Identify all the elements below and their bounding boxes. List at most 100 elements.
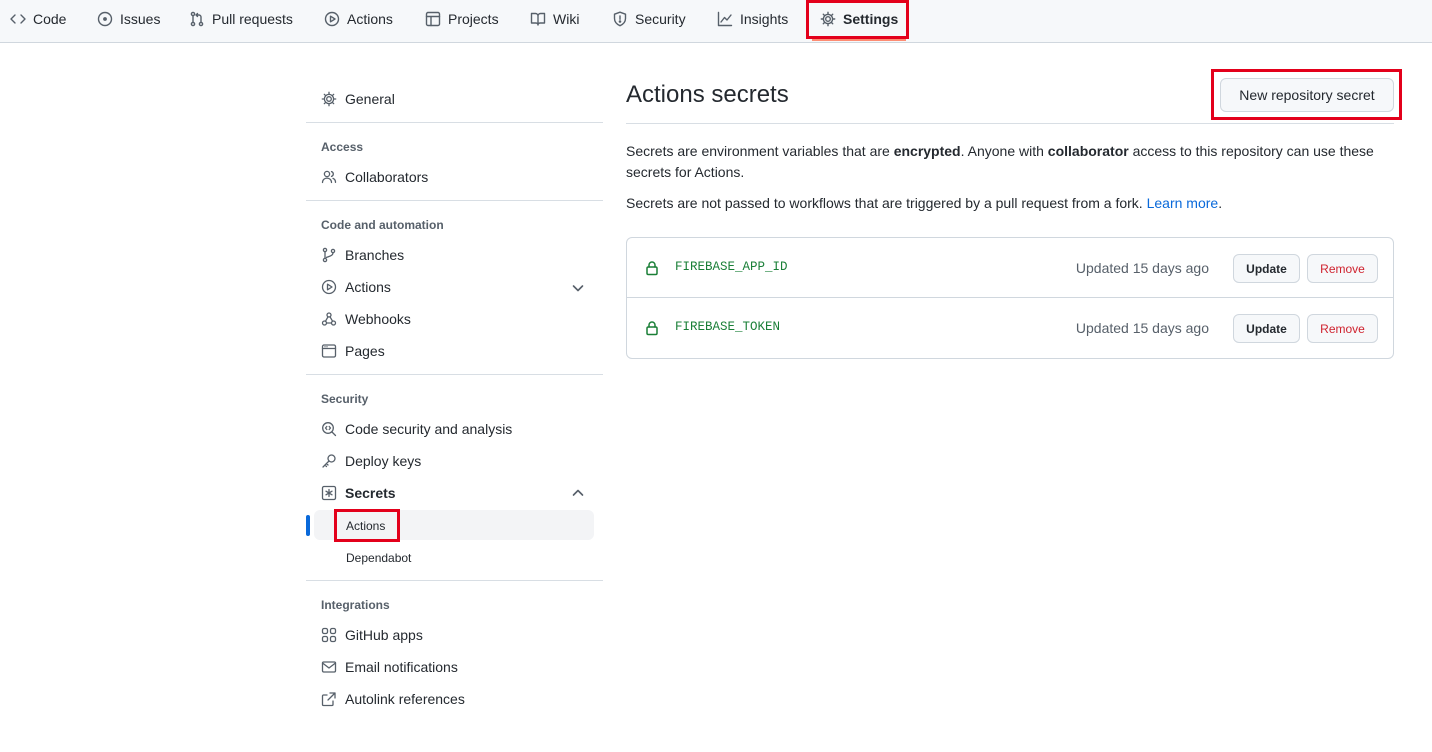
sidebar-item-label: Deploy keys <box>345 453 422 469</box>
sidebar-subitem-secrets-dependabot[interactable]: Dependabot <box>346 551 411 565</box>
secret-updated: Updated 15 days ago <box>1075 260 1209 276</box>
secret-updated: Updated 15 days ago <box>1075 320 1209 336</box>
lock-icon <box>646 321 658 336</box>
tab-projects[interactable]: Projects <box>425 0 499 37</box>
book-icon <box>530 12 546 26</box>
sidebar-divider <box>306 122 603 123</box>
sidebar-item-label: Code security and analysis <box>345 421 513 437</box>
repo-nav-bar: Code Issues Pull requests Actions Projec… <box>0 0 1432 43</box>
tab-insights[interactable]: Insights <box>717 0 788 37</box>
sidebar-item-github-apps[interactable]: GitHub apps <box>321 623 423 647</box>
sidebar-item-label: Email notifications <box>345 659 458 675</box>
sidebar-item-pages[interactable]: Pages <box>321 339 385 363</box>
sidebar-item-label: Branches <box>345 247 405 263</box>
page-title: Actions secrets <box>626 81 789 108</box>
sidebar-item-label: Webhooks <box>345 311 411 327</box>
sidebar-item-webhooks[interactable]: Webhooks <box>321 307 411 331</box>
learn-more-link[interactable]: Learn more <box>1147 195 1219 211</box>
update-secret-button[interactable]: Update <box>1233 314 1300 343</box>
secrets-list: FIREBASE_APP_ID Updated 15 days ago Upda… <box>626 237 1394 359</box>
tab-settings-label: Settings <box>843 10 899 27</box>
people-icon <box>321 170 337 184</box>
secret-row: FIREBASE_TOKEN Updated 15 days ago Updat… <box>627 298 1393 358</box>
new-repository-secret-button[interactable]: New repository secret <box>1220 78 1394 112</box>
sidebar-heading-security: Security <box>321 392 369 406</box>
sidebar-item-label: Collaborators <box>345 169 429 185</box>
sidebar-item-collaborators[interactable]: Collaborators <box>321 165 428 189</box>
sidebar-item-label: Autolink references <box>345 691 465 707</box>
webhook-icon <box>321 312 337 326</box>
chevron-down-icon[interactable] <box>571 281 585 295</box>
git-branch-icon <box>322 247 336 263</box>
sidebar-item-label: GitHub apps <box>345 627 423 643</box>
key-icon <box>322 454 336 468</box>
remove-secret-button[interactable]: Remove <box>1307 254 1378 283</box>
sidebar-item-actions[interactable]: Actions <box>321 275 391 299</box>
sidebar-active-indicator <box>306 515 310 536</box>
tab-issues[interactable]: Issues <box>97 0 160 37</box>
sidebar-heading-code-automation: Code and automation <box>321 218 444 232</box>
sidebar-item-general[interactable]: General <box>321 87 395 111</box>
cross-reference-icon <box>321 692 336 707</box>
tab-pull-requests-label: Pull requests <box>212 10 293 27</box>
tab-actions[interactable]: Actions <box>324 0 393 37</box>
sidebar-item-branches[interactable]: Branches <box>321 243 404 267</box>
tab-issues-label: Issues <box>120 10 161 27</box>
secret-name: FIREBASE_TOKEN <box>675 320 781 334</box>
tab-security[interactable]: Security <box>612 0 686 37</box>
tab-pull-requests[interactable]: Pull requests <box>189 0 293 37</box>
desc-bold-collaborator: collaborator <box>1047 143 1129 159</box>
sidebar-heading-access: Access <box>321 140 364 154</box>
browser-icon <box>321 344 337 358</box>
update-secret-button[interactable]: Update <box>1233 254 1300 283</box>
sidebar-divider <box>306 200 603 201</box>
sidebar-item-secrets[interactable]: Secrets <box>321 481 396 505</box>
sidebar-item-email-notifications[interactable]: Email notifications <box>321 655 458 679</box>
git-pull-request-icon <box>190 11 204 26</box>
tab-projects-label: Projects <box>448 10 499 27</box>
tab-code[interactable]: Code <box>10 0 66 37</box>
sidebar-item-autolink-references[interactable]: Autolink references <box>321 687 465 711</box>
fork-note-text: Secrets are not passed to workflows that… <box>626 195 1147 211</box>
secret-name: FIREBASE_APP_ID <box>675 260 788 274</box>
apps-icon <box>321 627 337 643</box>
desc-text: . Anyone with <box>960 143 1048 159</box>
tab-wiki-label: Wiki <box>553 10 580 27</box>
secret-row: FIREBASE_APP_ID Updated 15 days ago Upda… <box>627 238 1393 298</box>
sidebar-heading-integrations: Integrations <box>321 598 390 612</box>
play-icon <box>321 279 337 295</box>
fork-note: Secrets are not passed to workflows that… <box>626 193 1396 214</box>
issue-opened-icon <box>97 11 113 26</box>
codescan-icon <box>322 422 337 437</box>
secrets-description: Secrets are environment variables that a… <box>626 141 1396 183</box>
gear-icon <box>321 91 337 107</box>
tab-settings[interactable]: Settings <box>820 0 898 37</box>
chevron-up-icon[interactable] <box>571 486 585 500</box>
tab-insights-label: Insights <box>740 10 789 27</box>
sidebar-item-label: General <box>345 91 395 107</box>
sidebar-item-label: Actions <box>345 279 391 295</box>
tab-actions-label: Actions <box>347 10 393 27</box>
sidebar-item-label: Pages <box>345 343 385 359</box>
sidebar-divider <box>306 374 603 375</box>
tab-security-label: Security <box>635 10 686 27</box>
lock-icon <box>646 261 658 276</box>
shield-icon <box>613 11 627 26</box>
sidebar-item-deploy-keys[interactable]: Deploy keys <box>321 449 421 473</box>
table-icon <box>425 11 441 26</box>
gear-icon <box>820 11 836 26</box>
play-icon <box>324 11 340 26</box>
key-asterisk-icon <box>321 485 337 501</box>
selected-tab-underline <box>812 39 906 41</box>
sidebar-subitem-secrets-actions[interactable]: Actions <box>346 519 385 533</box>
sidebar-item-label: Secrets <box>345 485 396 501</box>
desc-bold-encrypted: encrypted <box>893 143 961 159</box>
tab-wiki[interactable]: Wiki <box>530 0 579 37</box>
mail-icon <box>321 661 337 673</box>
graph-icon <box>717 11 733 26</box>
sidebar-item-code-security[interactable]: Code security and analysis <box>321 417 512 441</box>
code-icon <box>10 13 26 24</box>
sidebar-divider <box>306 580 603 581</box>
remove-secret-button[interactable]: Remove <box>1307 314 1378 343</box>
desc-text: Secrets are environment variables that a… <box>626 143 894 159</box>
